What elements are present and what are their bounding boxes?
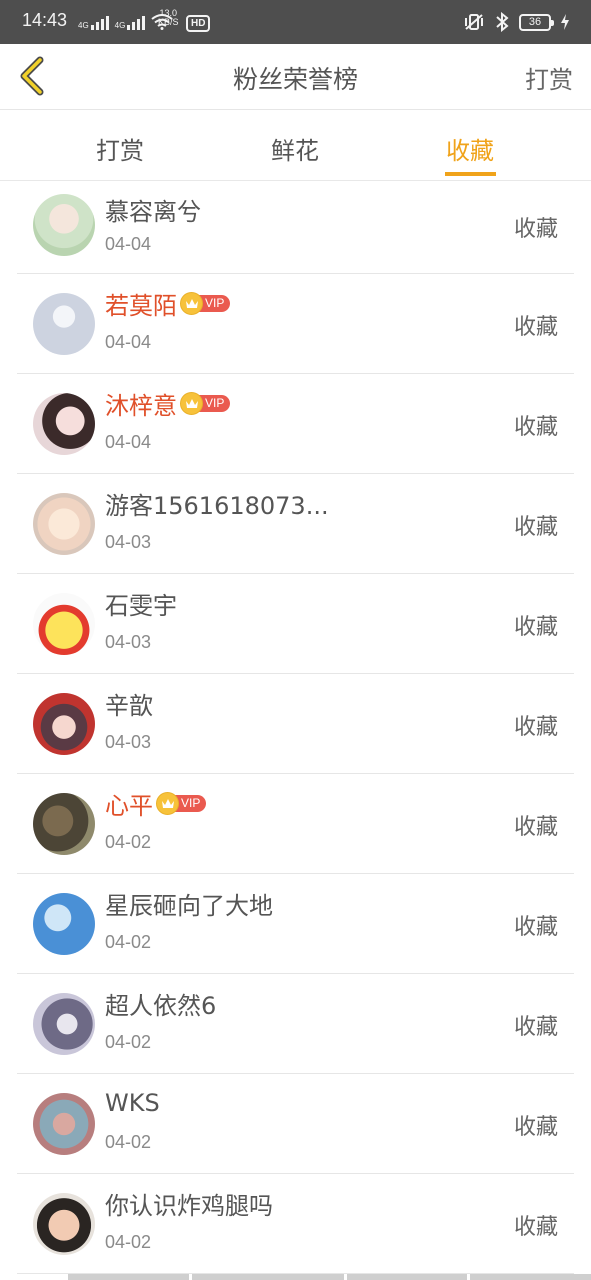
vibrate-icon (465, 14, 483, 30)
fan-row[interactable]: 辛歆 04-03 收藏 (17, 674, 574, 774)
fan-row[interactable]: 心平 VIP 04-02 收藏 (17, 774, 574, 874)
favorite-label: 收藏 (513, 314, 558, 340)
tab-favorites[interactable]: 收藏 (446, 131, 494, 166)
battery-icon: 36 (519, 13, 554, 31)
favorite-label: 收藏 (513, 1114, 558, 1140)
favorite-label: 收藏 (513, 814, 558, 840)
favorite-label: 收藏 (513, 414, 558, 440)
reward-button[interactable]: 打赏 (525, 60, 573, 95)
fan-date: 04-02 (105, 1232, 152, 1252)
fan-name-line: 慕容离兮 (105, 194, 201, 226)
vip-badge: VIP (180, 291, 231, 315)
fan-name-line: 星辰砸向了大地 (105, 888, 273, 920)
fan-name-line: 游客1561618073... (105, 488, 329, 520)
favorite-label: 收藏 (513, 614, 558, 640)
tab-reward[interactable]: 打赏 (96, 131, 144, 166)
avatar[interactable] (33, 692, 95, 755)
fan-row[interactable]: 若莫陌 VIP 04-04 收藏 (17, 274, 574, 374)
fan-date: 04-04 (105, 234, 152, 254)
fan-name: 游客1561618073... (105, 491, 329, 520)
vip-badge: VIP (156, 791, 207, 815)
speed-unit: KB/S (158, 17, 179, 27)
bottom-edge (0, 1274, 591, 1280)
fan-name: 你认识炸鸡腿吗 (105, 1191, 273, 1220)
fan-row[interactable]: 慕容离兮 04-04 收藏 (17, 182, 574, 274)
fan-date: 04-02 (105, 1132, 152, 1152)
avatar[interactable] (33, 193, 95, 256)
fan-row[interactable]: 超人依然6 04-02 收藏 (17, 974, 574, 1074)
fan-date: 04-02 (105, 832, 152, 852)
tab-flowers[interactable]: 鲜花 (271, 131, 319, 166)
fan-row[interactable]: WKS 04-02 收藏 (17, 1074, 574, 1174)
fan-name-line: 沐梓意 VIP (105, 388, 231, 420)
fan-date: 04-03 (105, 632, 152, 652)
fan-name-line: 心平 VIP (105, 788, 207, 820)
fan-name: WKS (105, 1089, 160, 1117)
fan-date: 04-03 (105, 532, 152, 552)
avatar[interactable] (33, 992, 95, 1055)
fan-date: 04-04 (105, 332, 152, 352)
fan-name: 辛歆 (105, 691, 153, 720)
favorite-label: 收藏 (513, 1214, 558, 1240)
fan-row[interactable]: 你认识炸鸡腿吗 04-02 收藏 (17, 1174, 574, 1274)
tab-bar: 打赏 鲜花 收藏 (0, 111, 591, 181)
fan-name-line: 辛歆 (105, 688, 153, 720)
net-type-label: 4G (78, 21, 89, 30)
fan-name-line: 若莫陌 VIP (105, 288, 231, 320)
active-tab-indicator (445, 172, 496, 176)
crown-icon (180, 291, 203, 315)
favorite-label: 收藏 (513, 514, 558, 540)
crown-icon (156, 791, 179, 815)
favorite-label: 收藏 (513, 216, 558, 242)
fan-name-line: WKS (105, 1088, 160, 1118)
fan-name: 心平 (105, 791, 153, 820)
fan-date: 04-02 (105, 1032, 152, 1052)
signal-icon: 4G (115, 14, 146, 30)
fan-name: 沐梓意 (105, 391, 177, 420)
fan-name-line: 石雯宇 (105, 588, 177, 620)
fan-date: 04-02 (105, 932, 152, 952)
net-type-label: 4G (114, 21, 126, 30)
fan-list: 慕容离兮 04-04 收藏 若莫陌 VIP 04-04 收藏 沐梓意 VIP 04-04 收藏 游客1… (0, 182, 591, 1274)
crown-icon (180, 391, 203, 415)
avatar[interactable] (33, 792, 95, 855)
fan-row[interactable]: 石雯宇 04-03 收藏 (17, 574, 574, 674)
avatar[interactable] (33, 292, 95, 355)
avatar[interactable] (33, 1092, 95, 1155)
fan-name: 石雯宇 (105, 591, 177, 620)
fan-row[interactable]: 沐梓意 VIP 04-04 收藏 (17, 374, 574, 474)
network-speed: 13.0 KB/S (158, 9, 179, 27)
fan-name: 超人依然6 (105, 991, 217, 1020)
vip-badge: VIP (180, 391, 231, 415)
fan-name: 星辰砸向了大地 (105, 891, 273, 920)
fan-row[interactable]: 游客1561618073... 04-03 收藏 (17, 474, 574, 574)
status-time: 14:43 (22, 10, 68, 30)
signal-icon: 4G (78, 14, 109, 30)
fan-name: 慕容离兮 (105, 197, 201, 226)
avatar[interactable] (33, 892, 95, 955)
nav-bar: 粉丝荣誉榜 打赏 (0, 44, 591, 110)
status-right-icons: 36 (463, 12, 569, 32)
fan-row[interactable]: 星辰砸向了大地 04-02 收藏 (17, 874, 574, 974)
avatar[interactable] (33, 592, 95, 655)
favorite-label: 收藏 (513, 914, 558, 940)
fan-name-line: 超人依然6 (105, 988, 217, 1020)
avatar[interactable] (33, 492, 95, 555)
status-bar: 14:43 4G 4G 13.0 KB/S HD 36 (0, 0, 591, 44)
fan-date: 04-04 (105, 432, 152, 452)
fan-date: 04-03 (105, 732, 152, 752)
charging-icon (561, 14, 569, 30)
hd-icon: HD (186, 15, 211, 32)
page-title: 粉丝荣誉榜 (232, 65, 358, 94)
avatar[interactable] (33, 392, 95, 455)
fan-name: 若莫陌 (105, 291, 177, 320)
avatar[interactable] (33, 1192, 95, 1255)
bluetooth-icon (496, 12, 509, 32)
fan-name-line: 你认识炸鸡腿吗 (105, 1188, 273, 1220)
favorite-label: 收藏 (513, 714, 558, 740)
favorite-label: 收藏 (513, 1014, 558, 1040)
